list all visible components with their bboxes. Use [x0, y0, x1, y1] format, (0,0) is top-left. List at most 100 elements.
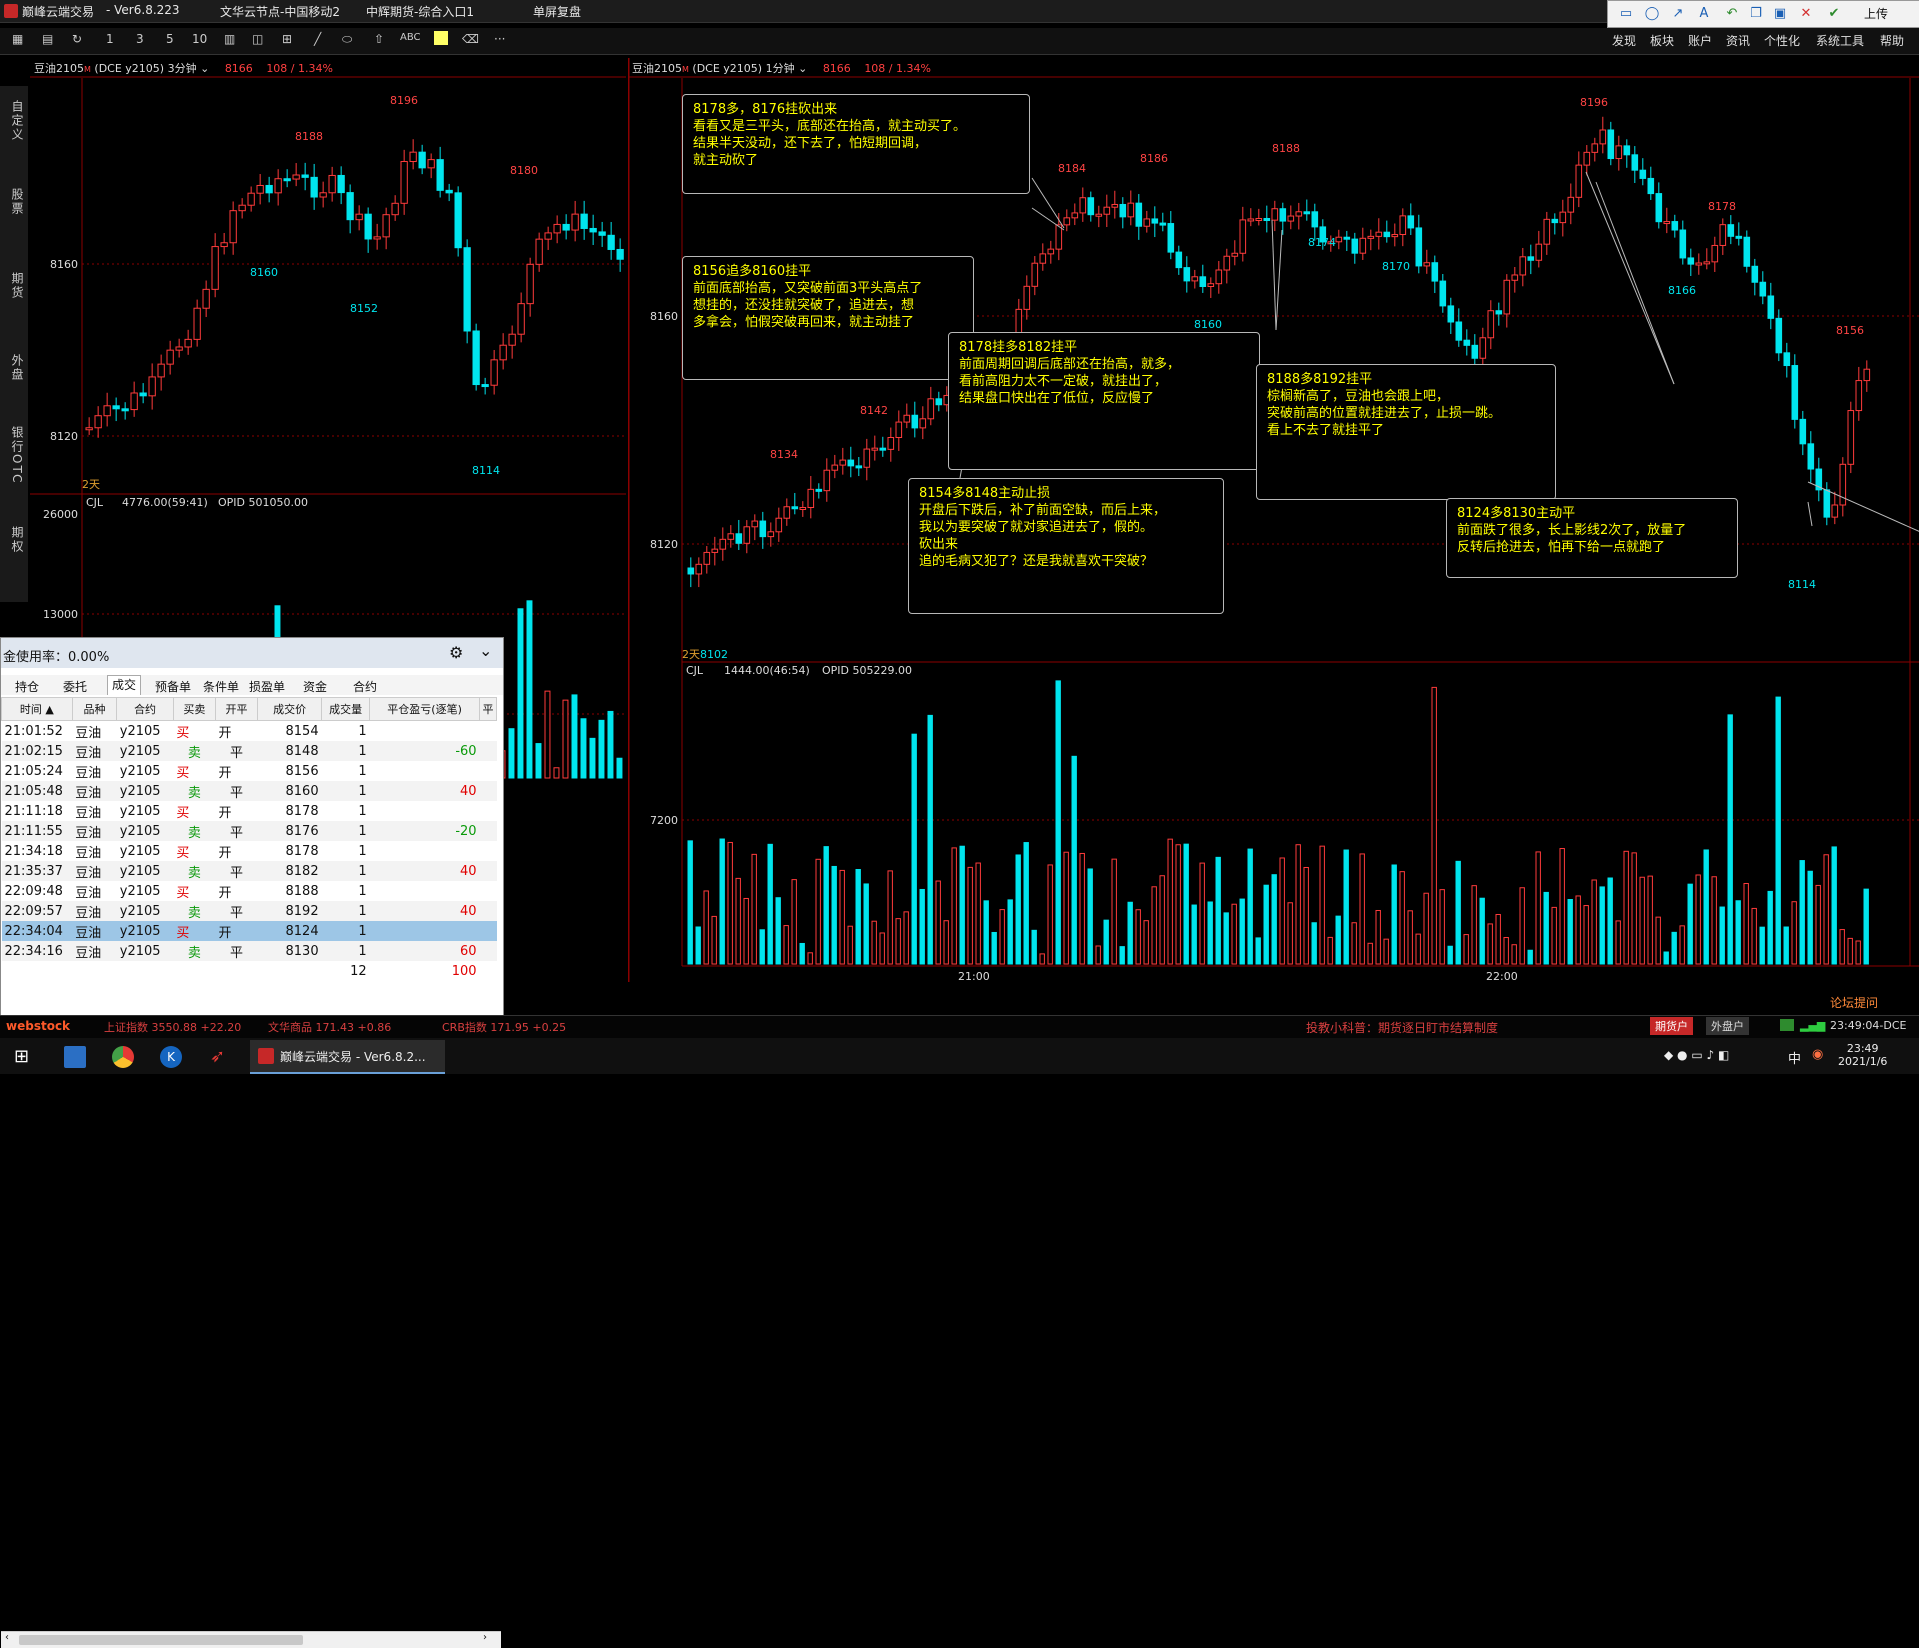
copy-icon[interactable]: ❐	[1748, 6, 1764, 22]
table-row[interactable]: 22:09:57 豆油 y2105 卖 平 8192 1 40	[1, 901, 497, 921]
text-label-tool[interactable]: ABC	[400, 32, 421, 43]
col-open-close[interactable]: 开平	[214, 697, 259, 721]
menu-account[interactable]: 账户	[1688, 32, 1712, 49]
tray-icons[interactable]: ◆ ● ▭ ♪ ◧	[1664, 1048, 1729, 1062]
table-row[interactable]: 22:09:48 豆油 y2105 买 开 8188 1	[2, 881, 497, 901]
tab-positions[interactable]: 持仓	[15, 678, 39, 695]
nav-options[interactable]: 期权	[4, 526, 26, 554]
col-time[interactable]: 时间 ▲	[1, 697, 73, 721]
eraser-icon[interactable]: ⌫	[462, 32, 479, 46]
close-panel-icon[interactable]: ⌄	[479, 641, 492, 660]
scroll-right-icon[interactable]: ›	[483, 1632, 487, 1643]
trade-note-box[interactable]: 8154多8148主动止损 开盘后下跌后，补了前面空缺，而后上来， 我以为要突破了就…	[908, 478, 1224, 614]
tab-fills[interactable]: 成交	[107, 675, 142, 695]
save-icon[interactable]: ▣	[1772, 6, 1788, 22]
arrow-up-tool-icon[interactable]: ⇧	[374, 32, 384, 46]
table-row[interactable]: 21:35:37 豆油 y2105 卖 平 8182 1 40	[1, 861, 497, 881]
layout-icon[interactable]: ▦	[12, 32, 23, 46]
tab-preorders[interactable]: 预备单	[155, 678, 191, 695]
menu-personalize[interactable]: 个性化	[1764, 32, 1800, 49]
col-name[interactable]: 品种	[71, 697, 118, 721]
table-row[interactable]: 21:01:52 豆油 y2105 买 开 8154 1	[2, 721, 497, 742]
menu-discover[interactable]: 发现	[1612, 32, 1636, 49]
nav-bank-otc[interactable]: 银行OTC	[4, 426, 26, 484]
education-notice[interactable]: 投教小科普：期货逐日盯市结算制度	[1306, 1019, 1498, 1036]
period-10-button[interactable]: 10	[192, 32, 207, 46]
tab-stop-profit[interactable]: 损盈单	[249, 678, 285, 695]
forum-link[interactable]: 论坛提问	[1830, 994, 1878, 1011]
nav-futures[interactable]: 期货	[4, 272, 26, 300]
index-crb[interactable]: CRB指数 171.95 +0.25	[442, 1019, 566, 1035]
foreign-account-button[interactable]: 外盘户	[1706, 1017, 1749, 1035]
k-app-icon[interactable]: K	[160, 1046, 182, 1068]
index-shanghai[interactable]: 上证指数 3550.88 +22.20	[104, 1019, 241, 1035]
trade-note-box[interactable]: 8178挂多8182挂平 前面周期回调后底部还在抬高，就多， 看前高阻力太不一定破，…	[948, 332, 1260, 470]
menu-sector[interactable]: 板块	[1650, 32, 1674, 49]
table-row[interactable]: 21:34:18 豆油 y2105 买 开 8178 1	[2, 841, 497, 861]
table-row[interactable]: 21:11:18 豆油 y2105 买 开 8178 1	[2, 801, 497, 821]
trade-note-box[interactable]: 8156追多8160挂平 前面底部抬高，又突破前面3平头高点了 想挂的，还没挂就突破…	[682, 256, 974, 380]
taskbar-active-app[interactable]: 巅峰云端交易 - Ver6.8.2...	[250, 1040, 445, 1074]
tab-conditional[interactable]: 条件单	[203, 678, 239, 695]
antivirus-icon[interactable]: ◉	[1812, 1047, 1823, 1062]
nav-foreign[interactable]: 外盘	[4, 354, 26, 382]
rectangle-tool-icon[interactable]: ▭	[1618, 6, 1634, 22]
chrome-icon[interactable]	[112, 1046, 134, 1068]
refresh-icon[interactable]: ↻	[72, 32, 82, 46]
gear-icon[interactable]: ⚙	[449, 643, 463, 662]
trade-note-box[interactable]: 8188多8192挂平 棕榈新高了，豆油也会跟上吧， 突破前高的位置就挂进去了，止损…	[1256, 364, 1556, 500]
col-price[interactable]: 成交价	[257, 697, 323, 721]
broker-entry[interactable]: 中辉期货-综合入口1	[366, 3, 474, 20]
save-layout-icon[interactable]: ▤	[42, 32, 53, 46]
table-row[interactable]: 22:34:16 豆油 y2105 卖 平 8130 1 60	[1, 941, 497, 961]
period-1-button[interactable]: 1	[106, 32, 114, 46]
period-3-button[interactable]: 3	[136, 32, 144, 46]
horizontal-scrollbar[interactable]: ‹ ›	[1, 1631, 501, 1648]
tab-orders[interactable]: 委托	[63, 678, 87, 695]
replay-mode[interactable]: 单屏复盘	[533, 3, 581, 20]
menu-news[interactable]: 资讯	[1726, 32, 1750, 49]
table-row[interactable]: 22:34:04 豆油 y2105 买开 8124 1	[1, 921, 497, 941]
grid-icon[interactable]: ⊞	[282, 32, 292, 46]
ime-indicator[interactable]: 中	[1788, 1048, 1801, 1067]
tab-funds[interactable]: 资金	[303, 678, 327, 695]
trade-note-box[interactable]: 8178多，8176挂砍出来 看看又是三平头，底部还在抬高，就主动买了。 结果半天没…	[682, 94, 1030, 194]
oval-tool-icon[interactable]: ⬭	[342, 32, 352, 47]
menu-system-tools[interactable]: 系统工具	[1816, 32, 1864, 49]
stock-app-icon[interactable]: ➶	[210, 1046, 232, 1068]
index-wenhua[interactable]: 文华商品 171.43 +0.86	[268, 1019, 391, 1035]
system-clock[interactable]: 23:49 2021/1/6	[1838, 1042, 1887, 1068]
undo-icon[interactable]: ↶	[1724, 6, 1740, 22]
table-row[interactable]: 21:05:24 豆油 y2105 买 开 8156 1	[2, 761, 497, 781]
close-icon[interactable]: ✕	[1798, 6, 1814, 22]
split-icon[interactable]: ◫	[252, 32, 263, 46]
text-tool-icon[interactable]: A	[1696, 6, 1712, 22]
table-row[interactable]: 21:02:15 豆油 y2105 卖 平 8148 1 -60	[1, 741, 497, 761]
nav-custom[interactable]: 自定义	[4, 100, 26, 142]
menu-help[interactable]: 帮助	[1880, 32, 1904, 49]
more-tools[interactable]: ···	[494, 32, 505, 46]
col-contract[interactable]: 合约	[116, 697, 174, 721]
col-pnl[interactable]: 平仓盈亏(逐笔)	[369, 697, 481, 721]
col-qty[interactable]: 成交量	[321, 697, 371, 721]
table-row[interactable]: 21:11:55 豆油 y2105 卖 平 8176 1 -20	[1, 821, 497, 841]
ellipse-tool-icon[interactable]: ◯	[1644, 6, 1660, 22]
arrow-tool-icon[interactable]: ↗	[1670, 6, 1686, 22]
check-icon[interactable]: ✔	[1826, 6, 1842, 22]
period-5-button[interactable]: 5	[166, 32, 174, 46]
col-close-extra[interactable]: 平	[479, 697, 497, 721]
trade-note-box[interactable]: 8124多8130主动平 前面跌了很多，长上影线2次了，放量了 反转后抢进去，怕再下…	[1446, 498, 1738, 578]
futures-account-button[interactable]: 期货户	[1650, 1017, 1693, 1035]
server-node[interactable]: 文华云节点-中国移动2	[220, 3, 340, 20]
tab-contracts[interactable]: 合约	[353, 678, 377, 695]
scroll-left-icon[interactable]: ‹	[5, 1632, 9, 1643]
line-tool-icon[interactable]: ╱	[314, 32, 321, 46]
nav-stocks[interactable]: 股票	[4, 188, 26, 216]
scroll-thumb[interactable]	[19, 1635, 303, 1645]
file-explorer-icon[interactable]	[64, 1046, 86, 1068]
table-row[interactable]: 21:05:48 豆油 y2105 卖 平 8160 1 40	[1, 781, 497, 801]
bar-chart-icon[interactable]: ▥	[224, 32, 235, 46]
upload-button[interactable]: 上传	[1864, 5, 1888, 22]
col-side[interactable]: 买卖	[172, 697, 216, 721]
color-picker-icon[interactable]	[434, 31, 448, 45]
